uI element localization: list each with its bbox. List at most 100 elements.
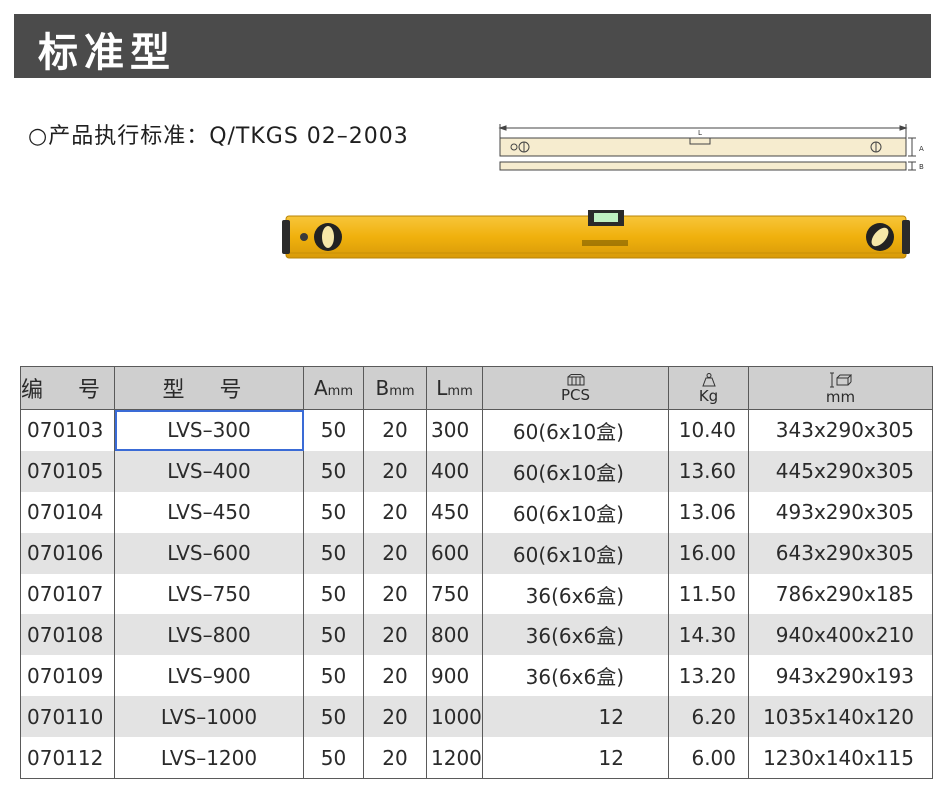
cell-l: 750 [426,573,483,615]
cell-model: LVS–450 [114,491,304,533]
cell-a: 50 [303,696,364,738]
cell-a: 50 [303,532,364,574]
level-schematic-diagram: L A B [498,124,924,171]
cell-model-selected[interactable]: LVS–300 [114,409,304,451]
table-row: 070106 LVS–600 50 20 600 60(6x10盒) 16.00… [20,532,933,574]
page-title: 标准型 [38,30,176,76]
cell-l: 800 [426,614,483,656]
diagram-label-b: B [919,163,924,171]
cell-l: 600 [426,532,483,574]
table-row: 070112 LVS–1200 50 20 1200 12 6.00 1230x… [20,737,933,780]
cell-model: LVS–750 [114,573,304,615]
diagram-label-l: L [698,129,702,137]
cell-l: 300 [426,409,483,451]
cell-code: 070107 [20,573,115,615]
col-header-a: Amm [303,366,364,410]
cell-code: 070109 [20,655,115,697]
table-row: 070105 LVS–400 50 20 400 60(6x10盒) 13.60… [20,450,933,492]
cell-model: LVS–600 [114,532,304,574]
cell-b: 20 [363,491,427,533]
cell-code: 070112 [20,737,115,780]
cell-size: 943x290x193 [748,655,933,697]
standard-text: ○产品执行标准：Q/TKGS 02–2003 [28,124,409,149]
cell-size: 940x400x210 [748,614,933,656]
cell-l: 1000 [426,696,483,738]
cell-a: 50 [303,450,364,492]
cell-b: 20 [363,737,427,780]
cell-code: 070105 [20,450,115,492]
table-row: 070109 LVS–900 50 20 900 36(6x6盒) 13.20 … [20,655,933,697]
cell-kg: 10.40 [668,409,749,451]
cell-code: 070108 [20,614,115,656]
weight-icon [700,373,718,387]
cell-code: 070106 [20,532,115,574]
cell-size: 786x290x185 [748,573,933,615]
cell-a: 50 [303,491,364,533]
cell-a: 50 [303,573,364,615]
cell-model: LVS–1000 [114,696,304,738]
table-row: 070103 LVS–300 50 20 300 60(6x10盒) 10.40… [20,409,933,451]
spec-table: 编 号 型 号 Amm Bmm Lmm PCS Kg mm 070103 LVS… [20,366,933,780]
table-row: 070104 LVS–450 50 20 450 60(6x10盒) 13.06… [20,491,933,533]
cell-pcs: 60(6x10盒) [482,491,669,533]
cell-b: 20 [363,532,427,574]
cell-b: 20 [363,450,427,492]
table-header-row: 编 号 型 号 Amm Bmm Lmm PCS Kg mm [20,366,933,410]
col-header-size: mm [748,366,933,410]
cell-model: LVS–1200 [114,737,304,780]
cell-size: 643x290x305 [748,532,933,574]
cell-a: 50 [303,737,364,780]
table-row: 070107 LVS–750 50 20 750 36(6x6盒) 11.50 … [20,573,933,615]
cell-model: LVS–400 [114,450,304,492]
cell-b: 20 [363,573,427,615]
cell-size: 343x290x305 [748,409,933,451]
cell-b: 20 [363,614,427,656]
col-header-code: 编 号 [20,366,115,410]
cell-size: 493x290x305 [748,491,933,533]
col-header-b: Bmm [363,366,427,410]
cell-kg: 14.30 [668,614,749,656]
cell-l: 1200 [426,737,483,780]
cell-a: 50 [303,655,364,697]
cell-model: LVS–800 [114,614,304,656]
cell-code: 070103 [20,409,115,451]
col-header-l: Lmm [426,366,483,410]
cell-pcs: 36(6x6盒) [482,655,669,697]
cell-kg: 16.00 [668,532,749,574]
cell-model: LVS–900 [114,655,304,697]
col-header-model: 型 号 [114,366,304,410]
cell-kg: 13.60 [668,450,749,492]
table-row: 070110 LVS–1000 50 20 1000 12 6.20 1035x… [20,696,933,738]
col-header-pcs: PCS [482,366,669,410]
col-header-kg: Kg [668,366,749,410]
cell-code: 070104 [20,491,115,533]
cell-pcs: 60(6x10盒) [482,409,669,451]
cell-size: 1035x140x120 [748,696,933,738]
cell-pcs: 60(6x10盒) [482,532,669,574]
cell-kg: 11.50 [668,573,749,615]
cell-a: 50 [303,614,364,656]
cell-kg: 13.20 [668,655,749,697]
cell-pcs: 36(6x6盒) [482,614,669,656]
cell-code: 070110 [20,696,115,738]
diagram-label-a: A [919,145,924,153]
cell-b: 20 [363,409,427,451]
box-stack-icon [567,374,585,386]
cell-l: 450 [426,491,483,533]
cell-pcs: 12 [482,737,669,780]
cell-b: 20 [363,655,427,697]
cell-pcs: 36(6x6盒) [482,573,669,615]
cell-pcs: 60(6x10盒) [482,450,669,492]
cell-l: 400 [426,450,483,492]
cell-size: 1230x140x115 [748,737,933,780]
cell-kg: 13.06 [668,491,749,533]
cell-b: 20 [363,696,427,738]
title-bar: 标准型 [14,14,931,78]
cell-l: 900 [426,655,483,697]
cell-a: 50 [303,409,364,451]
cell-pcs: 12 [482,696,669,738]
table-row: 070108 LVS–800 50 20 800 36(6x6盒) 14.30 … [20,614,933,656]
cell-kg: 6.20 [668,696,749,738]
spirit-level-photo [282,210,910,259]
carton-dimension-icon [829,372,852,388]
